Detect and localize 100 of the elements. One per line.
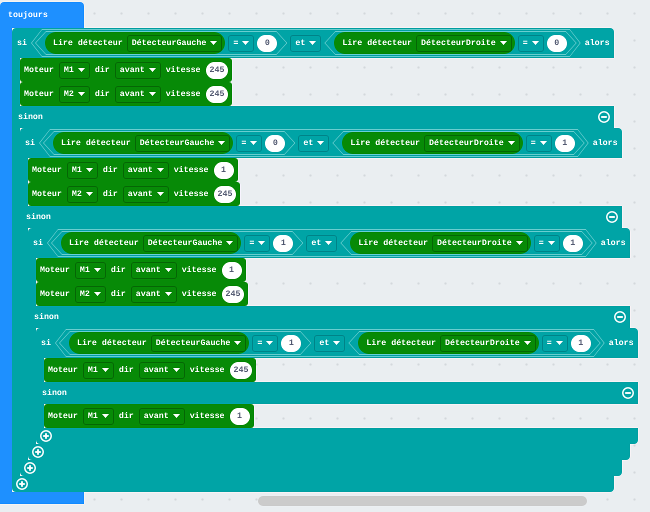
- comparison-block[interactable]: Lire détecteur DétecteurDroite = 1: [332, 131, 585, 155]
- block-label: Lire détecteur: [68, 238, 139, 248]
- operator-dropdown[interactable]: =: [526, 134, 552, 152]
- comparison-block[interactable]: Lire détecteur DétecteurGauche = 0: [42, 131, 296, 155]
- motor-dropdown[interactable]: M1: [66, 162, 98, 178]
- motor-block[interactable]: Moteur M1 dir avant vitesse 245: [20, 58, 232, 82]
- else-bar[interactable]: sinon: [20, 206, 622, 228]
- collapse-icon[interactable]: [622, 387, 634, 399]
- operator-dropdown[interactable]: =: [244, 234, 270, 252]
- motor-dropdown[interactable]: M1: [82, 362, 114, 378]
- and-dropdown[interactable]: et: [314, 334, 346, 352]
- else-bar[interactable]: sinon: [36, 382, 638, 404]
- direction-dropdown[interactable]: avant: [114, 86, 161, 102]
- number-field[interactable]: 1: [230, 408, 250, 424]
- if-header[interactable]: si Lire détecteur DétecteurGauche = 0 et Lire détecteur DétecteurDroite = 0 alors: [12, 28, 614, 58]
- sensor-dropdown[interactable]: DétecteurDroite: [424, 134, 520, 152]
- add-icon[interactable]: [32, 446, 44, 458]
- sensor-dropdown[interactable]: DétecteurGauche: [150, 334, 246, 352]
- sensor-block[interactable]: Lire détecteur DétecteurDroite: [358, 332, 539, 354]
- number-field[interactable]: 245: [230, 362, 252, 378]
- and-block[interactable]: Lire détecteur DétecteurGauche = 0 et Lire détecteur DétecteurDroite = 0: [30, 29, 581, 57]
- number-field[interactable]: 1: [222, 262, 242, 278]
- sensor-dropdown[interactable]: DétecteurDroite: [440, 334, 536, 352]
- block-label: vitesse: [182, 290, 217, 298]
- collapse-icon[interactable]: [606, 211, 618, 223]
- motor-block[interactable]: Moteur M2 dir avant vitesse 245: [36, 282, 248, 306]
- operator-dropdown[interactable]: =: [534, 234, 560, 252]
- sensor-block[interactable]: Lire détecteur DétecteurDroite: [350, 232, 531, 254]
- comparison-block[interactable]: Lire détecteur DétecteurGauche = 0: [34, 31, 288, 55]
- operator-dropdown[interactable]: =: [542, 334, 568, 352]
- direction-dropdown[interactable]: avant: [130, 262, 177, 278]
- sensor-block[interactable]: Lire détecteur DétecteurDroite: [342, 132, 523, 154]
- number-field[interactable]: 245: [206, 86, 228, 102]
- collapse-icon[interactable]: [614, 311, 626, 323]
- add-icon[interactable]: [40, 430, 52, 442]
- sensor-dropdown[interactable]: DétecteurGauche: [134, 134, 230, 152]
- motor-block[interactable]: Moteur M1 dir avant vitesse 1: [28, 158, 238, 182]
- and-block[interactable]: Lire détecteur DétecteurGauche = 0 et Lire détecteur DétecteurDroite = 1: [38, 129, 589, 157]
- direction-dropdown[interactable]: avant: [114, 62, 161, 78]
- sensor-dropdown[interactable]: DétecteurGauche: [126, 34, 222, 52]
- motor-dropdown[interactable]: M2: [74, 286, 106, 302]
- and-dropdown[interactable]: et: [306, 234, 338, 252]
- motor-dropdown[interactable]: M1: [74, 262, 106, 278]
- number-field[interactable]: 245: [206, 62, 228, 78]
- operator-dropdown[interactable]: =: [252, 334, 278, 352]
- direction-dropdown[interactable]: avant: [122, 186, 169, 202]
- operator-dropdown[interactable]: =: [228, 34, 254, 52]
- motor-dropdown[interactable]: M1: [82, 408, 114, 424]
- motor-dropdown[interactable]: M2: [66, 186, 98, 202]
- comparison-block[interactable]: Lire détecteur DétecteurDroite = 1: [340, 231, 593, 255]
- if-header[interactable]: si Lire détecteur DétecteurGauche = 1 et Lire détecteur DétecteurDroite = 1 alors: [36, 328, 638, 358]
- motor-dropdown[interactable]: M2: [58, 86, 90, 102]
- scrollbar[interactable]: [258, 496, 587, 506]
- direction-dropdown[interactable]: avant: [138, 408, 185, 424]
- operator-dropdown[interactable]: =: [236, 134, 262, 152]
- direction-dropdown[interactable]: avant: [130, 286, 177, 302]
- and-block[interactable]: Lire détecteur DétecteurGauche = 1 et Lire détecteur DétecteurDroite = 1: [54, 329, 605, 357]
- number-field[interactable]: 1: [562, 234, 583, 252]
- number-field[interactable]: 0: [265, 134, 286, 152]
- comparison-block[interactable]: Lire détecteur DétecteurGauche = 1: [50, 231, 304, 255]
- direction-dropdown[interactable]: avant: [122, 162, 169, 178]
- motor-block[interactable]: Moteur M1 dir avant vitesse 245: [44, 358, 256, 382]
- add-icon[interactable]: [24, 462, 36, 474]
- sensor-dropdown[interactable]: DétecteurGauche: [142, 234, 238, 252]
- comparison-block[interactable]: Lire détecteur DétecteurDroite = 1: [348, 331, 601, 355]
- sensor-block[interactable]: Lire détecteur DétecteurGauche: [44, 32, 226, 54]
- number-field[interactable]: 0: [546, 34, 567, 52]
- if-header[interactable]: si Lire détecteur DétecteurGauche = 0 et Lire détecteur DétecteurDroite = 1 alors: [20, 128, 622, 158]
- number-field[interactable]: 0: [257, 34, 278, 52]
- operator-dropdown[interactable]: =: [518, 34, 544, 52]
- else-bar[interactable]: sinon: [28, 306, 630, 328]
- comparison-block[interactable]: Lire détecteur DétecteurDroite = 0: [324, 31, 577, 55]
- collapse-icon[interactable]: [598, 111, 610, 123]
- motor-block[interactable]: Moteur M2 dir avant vitesse 245: [28, 182, 240, 206]
- forever-header[interactable]: toujours: [0, 2, 84, 28]
- direction-dropdown[interactable]: avant: [138, 362, 185, 378]
- and-block[interactable]: Lire détecteur DétecteurGauche = 1 et Lire détecteur DétecteurDroite = 1: [46, 229, 597, 257]
- motor-block[interactable]: Moteur M1 dir avant vitesse 1: [36, 258, 246, 282]
- motor-block[interactable]: Moteur M2 dir avant vitesse 245: [20, 82, 232, 106]
- sensor-block[interactable]: Lire détecteur DétecteurGauche: [68, 332, 250, 354]
- add-icon[interactable]: [16, 478, 28, 490]
- sensor-dropdown[interactable]: DétecteurDroite: [416, 34, 512, 52]
- sensor-block[interactable]: Lire détecteur DétecteurDroite: [334, 32, 515, 54]
- sensor-block[interactable]: Lire détecteur DétecteurGauche: [52, 132, 234, 154]
- number-field[interactable]: 245: [214, 186, 236, 202]
- number-field[interactable]: 1: [214, 162, 234, 178]
- number-field[interactable]: 1: [273, 234, 294, 252]
- if-header[interactable]: si Lire détecteur DétecteurGauche = 1 et Lire détecteur DétecteurDroite = 1 alors: [28, 228, 630, 258]
- motor-block[interactable]: Moteur M1 dir avant vitesse 1: [44, 404, 254, 428]
- number-field[interactable]: 1: [281, 334, 302, 352]
- and-dropdown[interactable]: et: [290, 34, 322, 52]
- and-dropdown[interactable]: et: [298, 134, 330, 152]
- number-field[interactable]: 1: [570, 334, 591, 352]
- sensor-block[interactable]: Lire détecteur DétecteurGauche: [60, 232, 242, 254]
- else-bar[interactable]: sinon: [12, 106, 614, 128]
- motor-dropdown[interactable]: M1: [58, 62, 90, 78]
- comparison-block[interactable]: Lire détecteur DétecteurGauche = 1: [58, 331, 312, 355]
- number-field[interactable]: 1: [554, 134, 575, 152]
- sensor-dropdown[interactable]: DétecteurDroite: [432, 234, 528, 252]
- number-field[interactable]: 245: [222, 286, 244, 302]
